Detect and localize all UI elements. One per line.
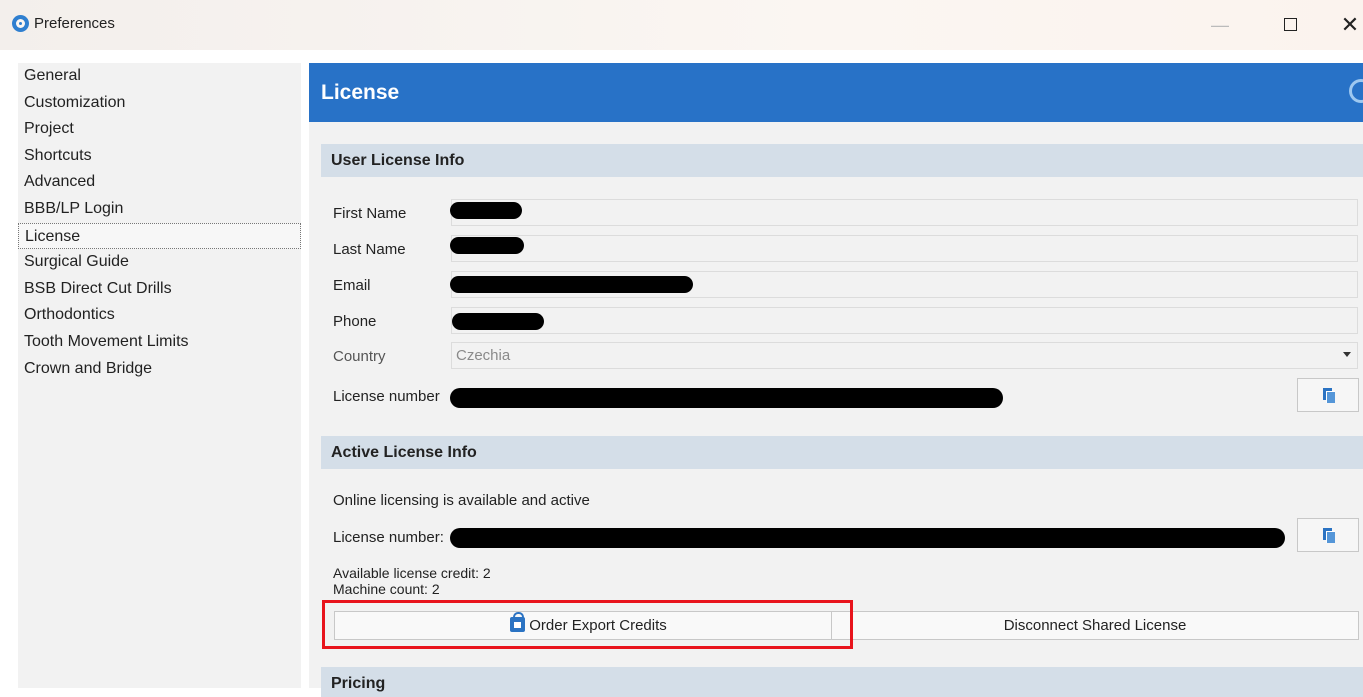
redacted-email bbox=[450, 276, 693, 293]
sidebar-item-crown-and-bridge[interactable]: Crown and Bridge bbox=[18, 356, 301, 383]
copy-icon bbox=[1323, 388, 1335, 403]
pricing-section-header: Pricing bbox=[321, 667, 1363, 697]
highlight-annotation-box bbox=[322, 600, 853, 649]
license-number-label: License number bbox=[333, 388, 440, 405]
redacted-first-name bbox=[450, 202, 522, 219]
copy-icon bbox=[1323, 528, 1335, 543]
page-header: License bbox=[309, 63, 1363, 122]
sidebar-item-license[interactable]: License bbox=[18, 222, 301, 250]
country-value: Czechia bbox=[456, 347, 511, 364]
country-label: Country bbox=[333, 348, 386, 365]
first-name-field[interactable] bbox=[451, 199, 1358, 226]
redacted-phone bbox=[452, 313, 544, 330]
sidebar-item-orthodontics[interactable]: Orthodontics bbox=[18, 302, 301, 329]
disconnect-shared-license-button[interactable]: Disconnect Shared License bbox=[831, 611, 1359, 640]
sidebar-item-general[interactable]: General bbox=[18, 63, 301, 90]
minimize-button[interactable]: — bbox=[1205, 10, 1235, 40]
machine-count-text: Machine count: 2 bbox=[333, 581, 440, 597]
title-bar: Preferences — ✕ bbox=[0, 0, 1363, 50]
close-button[interactable]: ✕ bbox=[1335, 10, 1363, 40]
redacted-last-name bbox=[450, 237, 524, 254]
email-label: Email bbox=[333, 277, 371, 294]
user-license-section-header: User License Info bbox=[321, 144, 1363, 177]
dropdown-arrow-icon bbox=[1343, 352, 1351, 357]
brand-logo-icon bbox=[1349, 79, 1363, 103]
copy-license-number-button[interactable] bbox=[1297, 378, 1359, 412]
active-license-number-label: License number: bbox=[333, 529, 444, 546]
phone-field[interactable] bbox=[451, 307, 1358, 334]
sidebar-item-customization[interactable]: Customization bbox=[18, 90, 301, 117]
sidebar-item-project[interactable]: Project bbox=[18, 116, 301, 143]
section-title: User License Info bbox=[331, 152, 465, 169]
sidebar-item-advanced[interactable]: Advanced bbox=[18, 169, 301, 196]
maximize-icon bbox=[1283, 18, 1297, 31]
window-title: Preferences bbox=[34, 15, 115, 32]
copy-active-license-button[interactable] bbox=[1297, 518, 1359, 552]
country-select[interactable]: Czechia bbox=[451, 342, 1358, 369]
sidebar-item-tooth-movement-limits[interactable]: Tooth Movement Limits bbox=[18, 329, 301, 356]
licensing-status-text: Online licensing is available and active bbox=[333, 492, 590, 509]
sidebar-item-shortcuts[interactable]: Shortcuts bbox=[18, 143, 301, 170]
section-title: Active License Info bbox=[331, 444, 477, 461]
preferences-sidebar: General Customization Project Shortcuts … bbox=[18, 63, 301, 688]
active-license-section-header: Active License Info bbox=[321, 436, 1363, 469]
sidebar-item-bbb-lp-login[interactable]: BBB/LP Login bbox=[18, 196, 301, 223]
phone-label: Phone bbox=[333, 313, 377, 330]
page-title: License bbox=[321, 81, 400, 104]
redacted-active-license-number bbox=[450, 528, 1285, 548]
disconnect-button-label: Disconnect Shared License bbox=[1003, 617, 1187, 634]
app-logo-icon bbox=[12, 15, 29, 32]
section-title: Pricing bbox=[331, 675, 386, 692]
redacted-license-number bbox=[450, 388, 1003, 408]
sidebar-item-surgical-guide[interactable]: Surgical Guide bbox=[18, 249, 301, 276]
available-credit-text: Available license credit: 2 bbox=[333, 565, 491, 581]
sidebar-item-bsb-direct-cut-drills[interactable]: BSB Direct Cut Drills bbox=[18, 276, 301, 303]
last-name-field[interactable] bbox=[451, 235, 1358, 262]
last-name-label: Last Name bbox=[333, 241, 406, 258]
maximize-button[interactable] bbox=[1275, 10, 1305, 40]
first-name-label: First Name bbox=[333, 205, 407, 222]
